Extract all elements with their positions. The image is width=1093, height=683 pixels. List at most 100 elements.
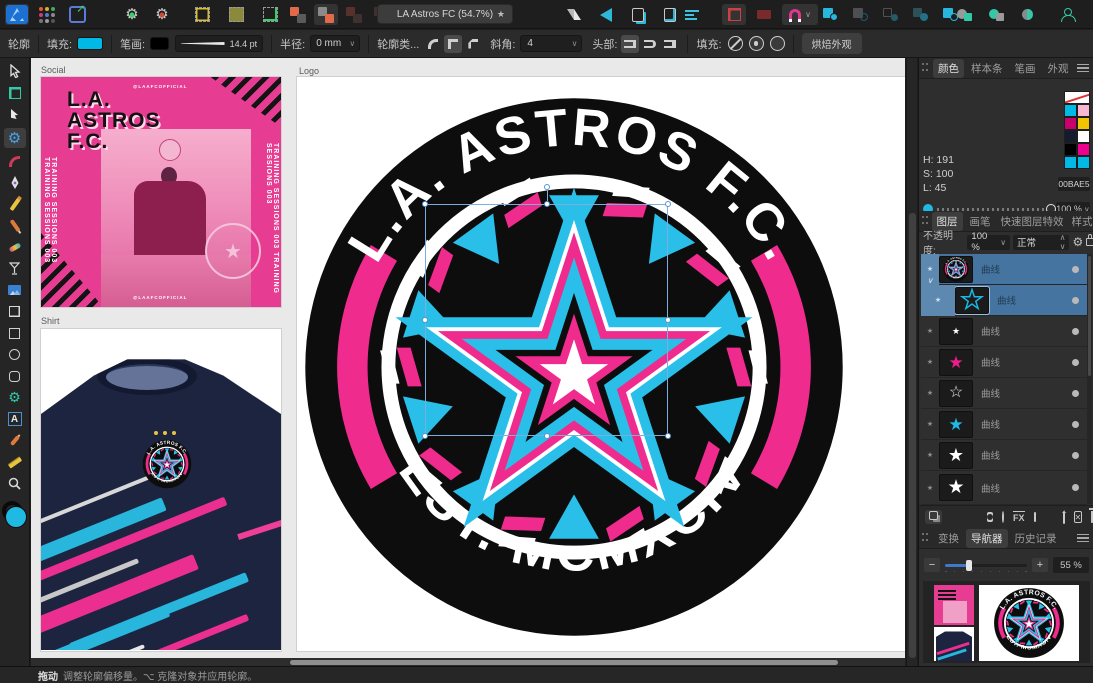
swatch[interactable] <box>1064 104 1077 117</box>
tab-transform[interactable]: 变换 <box>933 529 964 548</box>
tab-layer-fx[interactable]: 快速图层特效 <box>998 212 1067 231</box>
tab-styles[interactable]: 样式 <box>1069 212 1093 231</box>
layer-row[interactable]: ★ ★ 曲线 <box>921 316 1087 347</box>
swatch[interactable] <box>1077 104 1090 117</box>
cap-round-button[interactable] <box>641 35 659 53</box>
layers-scrollbar[interactable] <box>1087 254 1092 504</box>
selection-handle[interactable] <box>544 433 550 439</box>
tab-brushes2[interactable]: 画笔 <box>965 212 996 231</box>
selection-rotation-handle[interactable] <box>544 184 550 190</box>
layer-thumbnail[interactable] <box>939 256 973 283</box>
document-tab[interactable]: LA Astros FC (54.7%) ★ <box>377 4 513 24</box>
layer-row[interactable]: ★ ★ 曲线 <box>921 440 1087 471</box>
swatch[interactable] <box>1077 117 1090 130</box>
visibility-toggle[interactable] <box>1072 297 1079 304</box>
pattern-button[interactable] <box>1034 512 1036 522</box>
edit-all-layers-button[interactable] <box>925 510 942 524</box>
alignment-button[interactable] <box>680 4 704 25</box>
insert-behind-button[interactable] <box>984 4 1008 25</box>
layer-thumbnail[interactable] <box>955 287 989 314</box>
layer-row[interactable]: ★ ★ 曲线 <box>921 409 1087 440</box>
tab-appearance[interactable]: 外观 <box>1043 59 1074 78</box>
rounded-rectangle-tool[interactable] <box>4 368 26 384</box>
tab-brushes[interactable]: 笔画 <box>1010 59 1041 78</box>
fill-solid-icon[interactable] <box>770 36 785 51</box>
bake-appearance-button[interactable]: 烘焙外观 <box>802 33 862 54</box>
boolean-subtract-button[interactable] <box>848 4 872 25</box>
crop-tool[interactable] <box>4 304 26 320</box>
snap-grid-button[interactable] <box>722 4 746 25</box>
swatch[interactable] <box>1064 143 1077 156</box>
zoom-in-button[interactable]: + <box>1032 558 1048 572</box>
paste-style-button[interactable] <box>658 4 682 25</box>
fill-color-swatch[interactable] <box>77 37 103 50</box>
corner-tool[interactable] <box>4 153 26 169</box>
shape-tool[interactable]: ⚙ <box>4 390 26 406</box>
boolean-xor-button[interactable] <box>908 4 932 25</box>
swatch[interactable] <box>1064 117 1077 130</box>
artboard-tool[interactable] <box>4 85 26 101</box>
panel-menu-icon[interactable] <box>1077 534 1089 543</box>
arrange-forward-button[interactable] <box>314 4 338 25</box>
zoom-value-box[interactable]: 55 % <box>1053 557 1089 573</box>
layer-label[interactable]: 曲线 <box>981 417 1000 431</box>
swatch[interactable] <box>1077 156 1090 169</box>
visibility-toggle[interactable] <box>1072 421 1079 428</box>
swatch-none[interactable] <box>1064 91 1090 104</box>
contour-tool[interactable]: ⚙ <box>4 128 26 148</box>
text-tool[interactable]: A <box>4 411 26 427</box>
swatch[interactable] <box>1077 130 1090 143</box>
delete-mask-button[interactable]: ✕ <box>1074 511 1083 523</box>
cap-butt-button[interactable] <box>621 35 639 53</box>
tab-color[interactable]: 颜色 <box>933 59 964 78</box>
pen-tool[interactable] <box>4 175 26 191</box>
selection-handle[interactable] <box>422 433 428 439</box>
layer-thumbnail[interactable]: ★ <box>939 411 973 438</box>
layer-thumbnail[interactable]: ★ <box>939 349 973 376</box>
blend-mode-dropdown[interactable]: 正常∧∨ <box>1013 235 1069 250</box>
panel-handle-icon[interactable] <box>922 63 929 73</box>
layer-row[interactable]: ★ ★ 曲线 <box>921 471 1087 505</box>
selection-handle[interactable] <box>422 317 428 323</box>
layer-label[interactable]: 曲线 <box>981 324 1000 338</box>
arrange-backward-button[interactable] <box>342 4 366 25</box>
layer-thumbnail[interactable]: ★ <box>939 442 973 469</box>
join-bevel-button[interactable] <box>464 35 482 53</box>
rectangle-tool[interactable] <box>4 325 26 341</box>
selection-handle[interactable] <box>422 201 428 207</box>
designer-persona-button[interactable] <box>5 4 29 25</box>
pencil-tool[interactable] <box>4 196 26 212</box>
zoom-slider[interactable] <box>945 564 1027 567</box>
layer-thumbnail[interactable]: ★ <box>939 474 973 501</box>
mask-button[interactable] <box>987 512 993 522</box>
adjustment-button[interactable] <box>1002 511 1004 523</box>
radius-dropdown[interactable]: 0 mm ∨ <box>310 35 360 52</box>
preferences-gear-button[interactable]: ⚙ <box>120 4 144 25</box>
horizontal-scrollbar[interactable] <box>31 658 905 666</box>
layers-opacity-dropdown[interactable]: 100 %∨ <box>967 235 1010 250</box>
layer-label[interactable]: 曲线 <box>981 386 1000 400</box>
horizontal-scrollbar-thumb[interactable] <box>290 660 838 665</box>
visibility-toggle[interactable] <box>1072 452 1079 459</box>
stroke-width-widget[interactable]: 14.4 pt <box>175 35 263 52</box>
layer-label[interactable]: 曲线 <box>981 262 1000 276</box>
document-setup-button[interactable]: ⚙ <box>150 4 174 25</box>
visibility-toggle[interactable] <box>1072 266 1079 273</box>
visibility-toggle[interactable] <box>1072 484 1079 491</box>
move-tool[interactable] <box>4 63 26 79</box>
fill-evenodd-icon[interactable] <box>749 36 764 51</box>
layer-label[interactable]: 曲线 <box>981 481 1000 495</box>
vertical-scrollbar[interactable] <box>906 58 917 666</box>
layer-row[interactable]: ★ ☆ 曲线 <box>921 378 1087 409</box>
zoom-slider-knob[interactable] <box>966 560 972 571</box>
layer-row[interactable]: ★ 曲线 <box>921 285 1087 316</box>
zoom-tool[interactable] <box>4 476 26 492</box>
visibility-toggle[interactable] <box>1072 359 1079 366</box>
visibility-toggle[interactable] <box>1072 328 1079 335</box>
vector-brush-tool[interactable] <box>4 239 26 255</box>
hex-value-box[interactable]: 00BAE5 <box>1058 177 1090 191</box>
export-persona-button[interactable] <box>65 4 89 25</box>
lock-icon[interactable] <box>1086 238 1093 246</box>
fill-none-icon[interactable] <box>728 36 743 51</box>
brush-tool[interactable] <box>4 218 26 234</box>
